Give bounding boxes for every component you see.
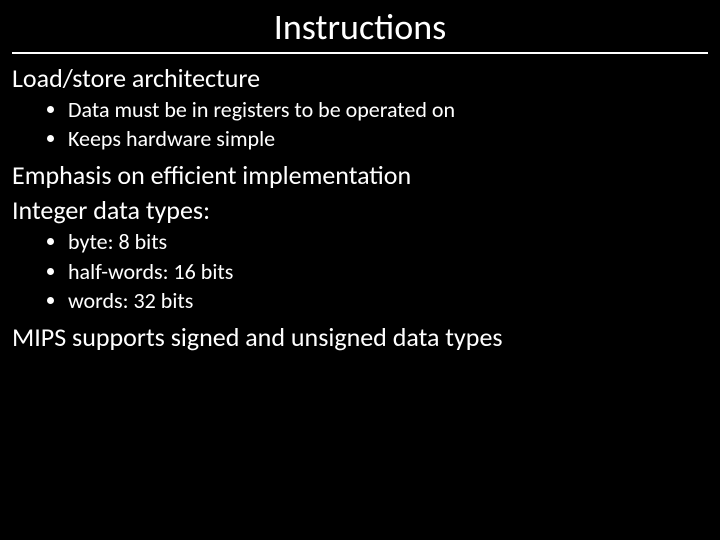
subpoint-byte: byte: 8 bits [68, 228, 708, 256]
point-signed-unsigned: MIPS supports signed and unsigned data t… [12, 321, 708, 354]
slide: Instructions Load/store architecture Dat… [0, 0, 720, 540]
sublist-load-store: Data must be in registers to be operated… [12, 96, 708, 153]
title-underline [12, 52, 708, 54]
subpoint-hardware-simple: Keeps hardware simple [68, 125, 708, 153]
subpoint-half-words: half-words: 16 bits [68, 258, 708, 286]
slide-title: Instructions [12, 8, 708, 48]
point-load-store: Load/store architecture [12, 62, 708, 95]
subpoint-words: words: 32 bits [68, 287, 708, 315]
subpoint-registers: Data must be in registers to be operated… [68, 96, 708, 124]
point-efficient-impl: Emphasis on efficient implementation [12, 159, 708, 192]
slide-body: Load/store architecture Data must be in … [12, 62, 708, 354]
sublist-integer-types: byte: 8 bits half-words: 16 bits words: … [12, 228, 708, 314]
point-integer-types: Integer data types: [12, 194, 708, 227]
